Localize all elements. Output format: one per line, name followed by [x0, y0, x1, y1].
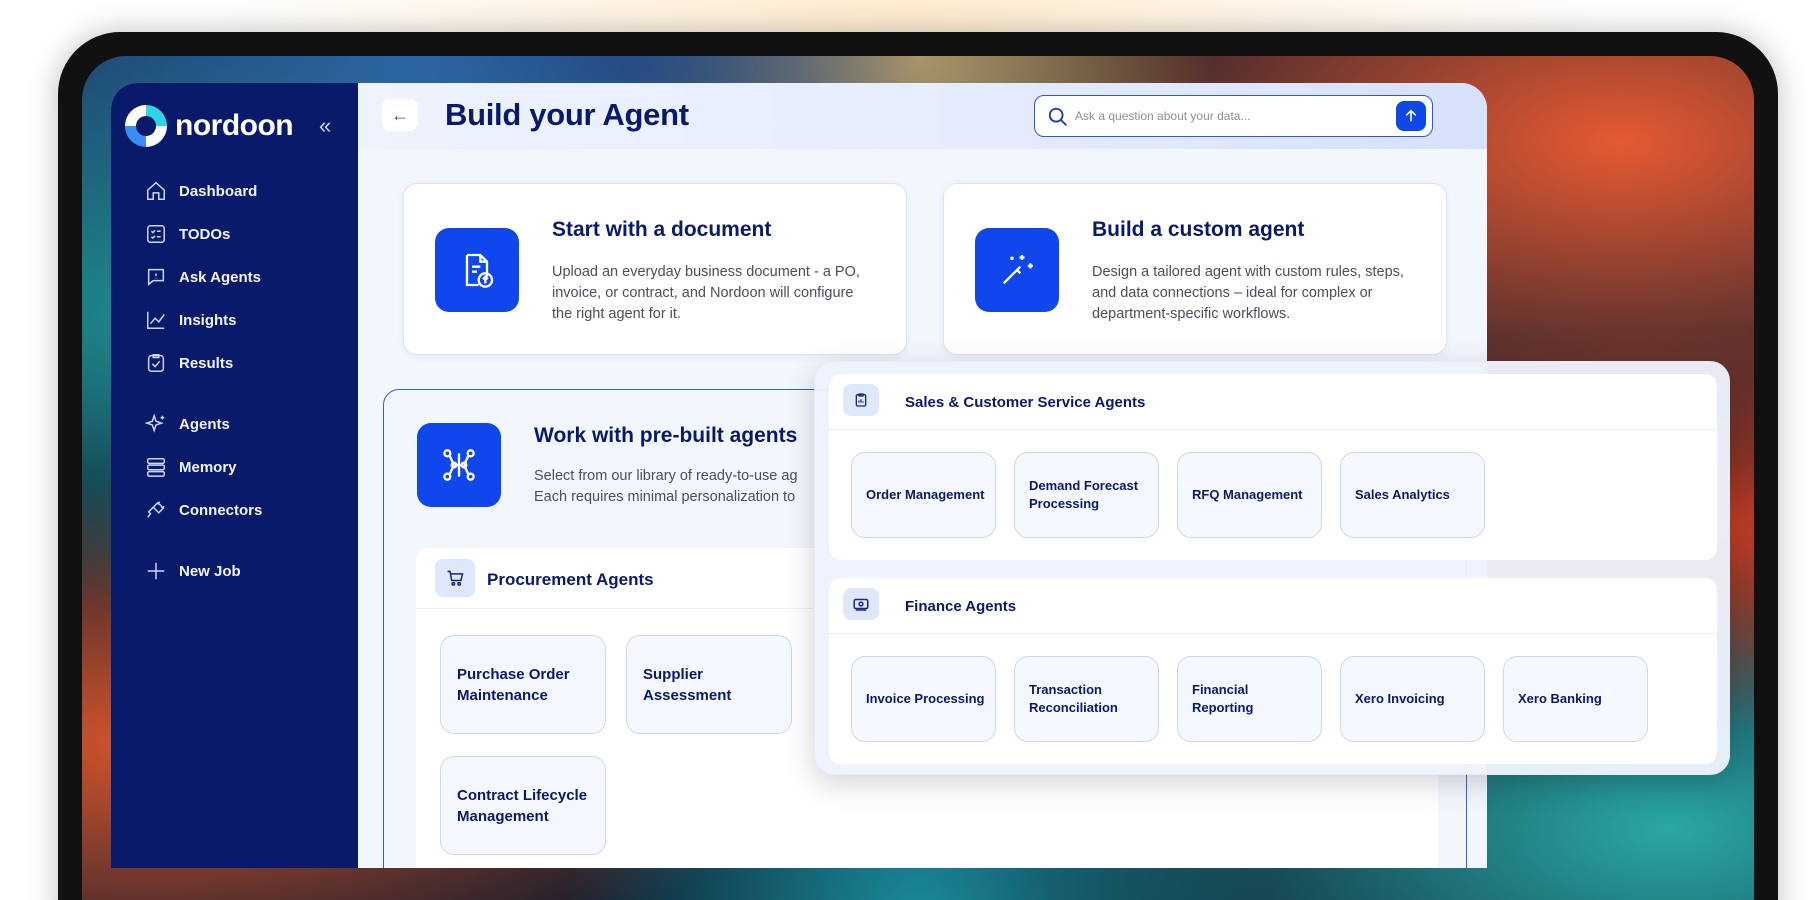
agent-tile-demand-forecast-processing[interactable]: Demand Forecast Processing	[1014, 452, 1159, 538]
agent-tile-transaction-reconciliation[interactable]: Transaction Reconciliation	[1014, 656, 1159, 742]
sidebar-item-label: New Job	[179, 562, 241, 580]
build-custom-agent-card[interactable]: Build a custom agent Design a tailored a…	[943, 183, 1447, 355]
group-title: Sales & Customer Service Agents	[905, 394, 1146, 411]
sidebar-item-label: Insights	[179, 311, 237, 329]
agent-tile-financial-reporting[interactable]: Financial Reporting	[1177, 656, 1322, 742]
send-button[interactable]	[1396, 101, 1426, 131]
agent-tile-xero-banking[interactable]: Xero Banking	[1503, 656, 1648, 742]
chat-icon	[147, 268, 165, 286]
sidebar-item-agents[interactable]: Agents	[145, 413, 230, 435]
database-icon	[147, 458, 165, 477]
sidebar: nordoon « Dashboard TODOs Ask Agents Ins…	[111, 83, 358, 868]
plug-icon	[147, 501, 165, 518]
agent-categories-overlay: Sales & Customer Service Agents Order Ma…	[814, 361, 1730, 775]
group-title: Procurement Agents	[487, 570, 654, 589]
sidebar-item-label: TODOs	[179, 225, 231, 243]
brand-name: nordoon	[175, 109, 294, 142]
finance-agents-group: Finance Agents Invoice Processing Transa…	[829, 578, 1717, 764]
magic-wand-icon	[975, 228, 1059, 312]
agent-tile-contract-lifecycle-management[interactable]: Contract Lifecycle Management	[440, 756, 606, 855]
agent-tile-sales-analytics[interactable]: Sales Analytics	[1340, 452, 1485, 538]
document-upload-icon	[435, 228, 519, 312]
network-nodes-icon	[417, 423, 501, 507]
sidebar-item-label: Dashboard	[179, 182, 258, 200]
sidebar-item-ask-agents[interactable]: Ask Agents	[145, 266, 261, 288]
sales-agents-group: Sales & Customer Service Agents Order Ma…	[829, 374, 1717, 560]
sidebar-item-label: Agents	[179, 415, 230, 433]
arrow-up-icon	[1405, 109, 1417, 122]
sidebar-item-insights[interactable]: Insights	[145, 309, 237, 331]
double-chevron-left-icon[interactable]: «	[319, 113, 331, 139]
sidebar-item-label: Ask Agents	[179, 268, 261, 286]
sidebar-item-label: Connectors	[179, 501, 263, 519]
sparkle-icon	[145, 413, 165, 433]
sidebar-item-memory[interactable]: Memory	[145, 456, 237, 478]
start-with-document-card[interactable]: Start with a document Upload an everyday…	[403, 183, 907, 355]
nordoon-logo-icon	[125, 105, 167, 147]
sidebar-item-todos[interactable]: TODOs	[145, 223, 230, 245]
agent-tile-invoice-processing[interactable]: Invoice Processing	[851, 656, 996, 742]
sidebar-item-new-job[interactable]: New Job	[145, 560, 241, 582]
agent-tile-rfq-management[interactable]: RFQ Management	[1177, 452, 1322, 538]
agent-tile-order-management[interactable]: Order Management	[851, 452, 996, 538]
sidebar-item-label: Results	[179, 354, 234, 372]
clipboard-chart-icon	[843, 384, 879, 416]
section-description-line: Select from our library of ready-to-use …	[534, 468, 798, 484]
sidebar-item-label: Memory	[179, 458, 237, 476]
search-bar[interactable]	[1034, 95, 1433, 137]
line-chart-icon	[147, 311, 165, 329]
agent-tile-purchase-order-maintenance[interactable]: Purchase Order Maintenance	[440, 635, 606, 734]
section-title: Work with pre-built agents	[534, 424, 798, 447]
card-description: Design a tailored agent with custom rule…	[1092, 264, 1404, 322]
sidebar-item-dashboard[interactable]: Dashboard	[145, 180, 257, 202]
group-header: Sales & Customer Service Agents	[829, 374, 1717, 430]
card-title: Start with a document	[552, 218, 772, 241]
clipboard-check-icon	[147, 354, 165, 372]
search-icon	[1048, 107, 1067, 126]
checklist-icon	[147, 225, 165, 243]
money-icon	[843, 588, 879, 620]
agent-tile-supplier-assessment[interactable]: Supplier Assessment	[626, 635, 792, 734]
plus-icon	[147, 562, 165, 580]
group-title: Finance Agents	[905, 598, 1017, 615]
search-input[interactable]	[1075, 102, 1385, 130]
logo[interactable]: nordoon	[125, 105, 294, 147]
agent-tile-xero-invoicing[interactable]: Xero Invoicing	[1340, 656, 1485, 742]
sidebar-item-results[interactable]: Results	[145, 352, 233, 374]
page-title: Build your Agent	[445, 97, 689, 132]
card-description: Upload an everyday business document - a…	[552, 264, 860, 322]
shopping-cart-icon	[435, 559, 475, 597]
group-header: Finance Agents	[829, 578, 1717, 634]
card-title: Build a custom agent	[1092, 218, 1305, 241]
sidebar-item-connectors[interactable]: Connectors	[145, 499, 262, 521]
back-button[interactable]: ←	[382, 99, 418, 131]
home-icon	[147, 181, 165, 200]
header-bar: ← Build your Agent	[358, 83, 1487, 149]
section-description-line: Each requires minimal personalization to	[534, 489, 796, 505]
